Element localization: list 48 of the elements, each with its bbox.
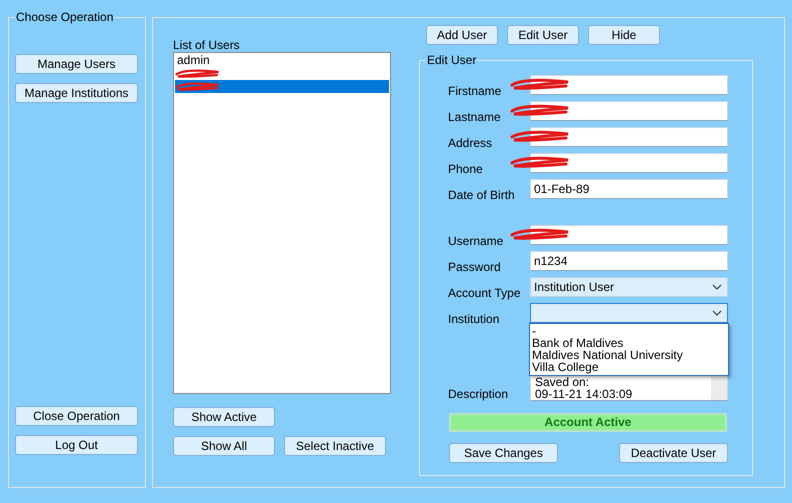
button[interactable]: Add User [426, 25, 498, 45]
scrollbar[interactable] [711, 376, 727, 400]
button[interactable]: Edit User [507, 25, 579, 45]
field-label: Phone [448, 162, 484, 176]
dropdown-option[interactable]: Villa College [532, 361, 726, 373]
input-field[interactable] [530, 225, 728, 245]
group-title: Edit User [426, 53, 478, 67]
input-field[interactable]: 01-Feb-89 [530, 179, 728, 199]
input-field[interactable] [530, 101, 728, 121]
input-field[interactable]: n1234 [530, 251, 728, 271]
field-label: Date of Birth [448, 188, 516, 202]
field-label: Account Type [448, 286, 522, 300]
group-title: Choose Operation [15, 10, 114, 24]
list-label: List of Users [173, 38, 241, 52]
field-label: Firstname [448, 84, 502, 98]
text-line: Saved on: [535, 376, 590, 388]
dropdown[interactable]: Institution User [530, 277, 728, 297]
input-field[interactable] [530, 153, 728, 173]
dropdown-option[interactable]: Bank of Maldives [532, 337, 726, 349]
button[interactable]: Show All [173, 436, 275, 456]
button[interactable]: Deactivate User [619, 443, 728, 463]
field-label: Username [448, 234, 504, 248]
field-label: Lastname [448, 110, 502, 124]
user-list[interactable]: admin [173, 52, 391, 394]
button[interactable]: Select Inactive [284, 436, 386, 456]
field-label: Description [448, 387, 510, 401]
button[interactable]: Manage Institutions [15, 83, 138, 103]
field-label: Password [448, 260, 502, 274]
button[interactable]: Show Active [173, 407, 275, 427]
field-label: Institution [448, 312, 500, 326]
caret-icon [712, 284, 722, 290]
button[interactable]: Save Changes [449, 443, 558, 463]
field-label: Address [448, 136, 494, 150]
status-bar: Account Active [449, 413, 727, 432]
dropdown-option[interactable]: Maldives National University [532, 349, 726, 361]
text-area[interactable]: Saved on: 09-11-21 14:03:09 [530, 375, 728, 401]
button[interactable]: Manage Users [15, 54, 138, 74]
button[interactable]: Hide [588, 25, 660, 45]
dropdown[interactable] [530, 303, 728, 323]
list-item[interactable]: admin [175, 54, 389, 67]
text-line: 09-11-21 14:03:09 [535, 388, 634, 400]
dropdown-value: Institution User [534, 280, 614, 294]
input-field[interactable] [530, 127, 728, 147]
dropdown-option[interactable]: - [532, 325, 726, 337]
button[interactable]: Close Operation [15, 406, 138, 426]
input-field[interactable] [530, 75, 728, 95]
caret-icon [712, 310, 722, 316]
button[interactable]: Log Out [15, 435, 138, 455]
